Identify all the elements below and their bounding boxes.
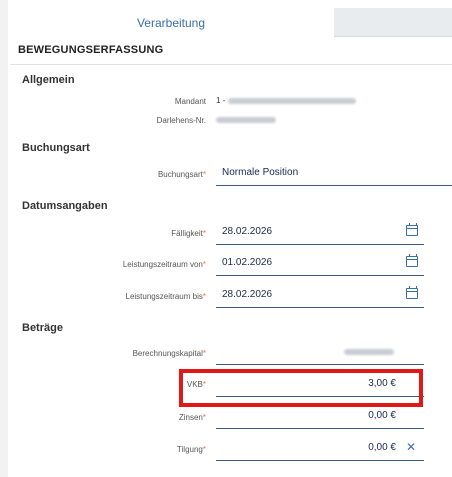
calendar-icon[interactable] — [406, 254, 418, 267]
berechnungskapital-label: Berechnungskapital* — [132, 349, 206, 358]
faelligkeit-date-input[interactable]: 28.02.2026 — [216, 221, 424, 245]
tab-inactive[interactable] — [334, 8, 452, 37]
tab-bar: Verarbeitung — [8, 0, 452, 39]
buchungsart-value: Normale Position — [222, 167, 299, 178]
zinsen-value: 0,00 € — [368, 410, 396, 421]
tab-verarbeitung[interactable]: Verarbeitung — [8, 8, 334, 39]
clear-icon[interactable]: ✕ — [406, 440, 416, 454]
redacted-berechnungskapital — [344, 349, 394, 355]
darlehen-value — [216, 115, 276, 124]
highlight-box — [179, 369, 423, 407]
berechnungskapital-input[interactable] — [216, 341, 424, 365]
tilgung-input[interactable]: 0,00 € ✕ — [216, 437, 424, 461]
calendar-icon[interactable] — [406, 286, 418, 299]
section-betraege: Beträge — [22, 322, 63, 334]
tab-verarbeitung-label: Verarbeitung — [136, 16, 206, 30]
zinsen-input[interactable]: 0,00 € — [216, 405, 424, 429]
faelligkeit-label: Fälligkeit* — [171, 229, 206, 238]
darlehen-label: Darlehens-Nr. — [156, 116, 206, 125]
buchungsart-label: Buchungsart* — [157, 170, 206, 179]
leistung-von-value: 01.02.2026 — [222, 257, 273, 268]
mandant-label: Mandant — [174, 97, 206, 106]
zinsen-label: Zinsen* — [178, 413, 206, 422]
left-panel-edge — [0, 0, 8, 477]
divider — [10, 64, 452, 65]
redacted-darlehen-nr — [216, 116, 276, 123]
mandant-value: 1 - — [216, 96, 356, 105]
leistung-bis-label: Leistungszeitraum bis* — [125, 292, 207, 301]
leistung-bis-value: 28.02.2026 — [222, 289, 273, 300]
calendar-icon[interactable] — [406, 223, 418, 236]
buchungsart-select[interactable]: Normale Position — [216, 162, 452, 186]
page-title: BEWEGUNGSERFASSUNG — [18, 44, 164, 56]
tilgung-label: Tilgung* — [176, 445, 206, 454]
leistung-bis-date-input[interactable]: 28.02.2026 — [216, 284, 424, 308]
leistung-von-label: Leistungszeitraum von* — [122, 260, 206, 269]
section-allgemein: Allgemein — [22, 74, 75, 86]
leistung-von-date-input[interactable]: 01.02.2026 — [216, 252, 424, 276]
redacted-mandant-name — [227, 97, 356, 104]
section-datumsangaben: Datumsangaben — [22, 200, 108, 212]
faelligkeit-value: 28.02.2026 — [222, 226, 273, 237]
tilgung-value: 0,00 € — [368, 442, 396, 453]
section-buchungsart: Buchungsart — [22, 142, 90, 154]
